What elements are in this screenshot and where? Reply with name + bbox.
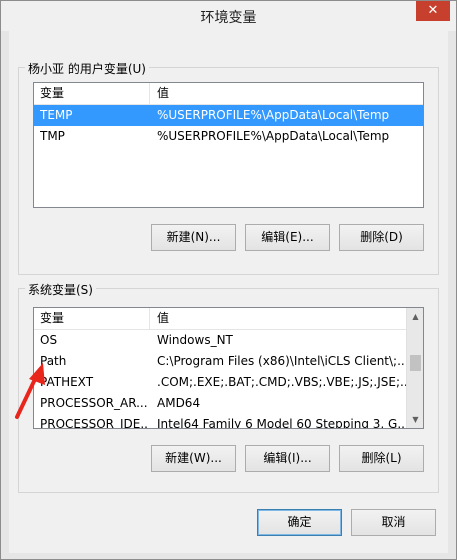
column-header-value[interactable]: 值 xyxy=(151,308,169,330)
scrollbar-thumb[interactable] xyxy=(410,355,421,371)
list-header: 变量 值 xyxy=(34,83,423,105)
list-item[interactable]: PROCESSOR_AR... AMD64 xyxy=(34,393,406,414)
variable-value: Windows_NT xyxy=(157,333,233,347)
scroll-up-icon[interactable]: ▲ xyxy=(407,308,423,325)
annotation-arrow-icon xyxy=(15,363,45,419)
list-item[interactable]: OS Windows_NT xyxy=(34,330,406,351)
variable-name: Path xyxy=(40,354,67,368)
system-variables-list[interactable]: 变量 值 OS Windows_NT Path C:\Program Files… xyxy=(33,307,424,429)
variable-name: TEMP xyxy=(40,108,73,122)
variable-name: PROCESSOR_IDE... xyxy=(40,417,148,428)
variable-value: %USERPROFILE%\AppData\Local\Temp xyxy=(157,129,390,143)
user-new-button[interactable]: 新建(N)... xyxy=(151,224,236,251)
list-item[interactable]: PATHEXT .COM;.EXE;.BAT;.CMD;.VBS;.VBE;.J… xyxy=(34,372,406,393)
user-variables-legend: 杨小亚 的用户变量(U) xyxy=(25,60,149,77)
system-variables-legend: 系统变量(S) xyxy=(25,281,96,298)
variable-value: AMD64 xyxy=(157,396,201,410)
list-header: 变量 值 xyxy=(34,308,406,330)
system-variables-group: 系统变量(S) 变量 值 OS Windows_NT Path C:\Progr… xyxy=(18,281,439,493)
dialog-body: 杨小亚 的用户变量(U) 变量 值 TEMP %USERPROFILE%\App… xyxy=(9,31,448,553)
variable-value: Intel64 Family 6 Model 60 Stepping 3, G.… xyxy=(157,417,406,428)
title-bar[interactable]: 环境变量 ✕ xyxy=(1,1,456,31)
list-item[interactable]: TMP %USERPROFILE%\AppData\Local\Temp xyxy=(34,126,423,147)
system-new-button[interactable]: 新建(W)... xyxy=(151,445,236,472)
column-header-value[interactable]: 值 xyxy=(151,83,169,105)
close-button[interactable]: ✕ xyxy=(416,1,450,21)
vertical-scrollbar[interactable]: ▲ ▼ xyxy=(406,308,423,428)
user-delete-button[interactable]: 删除(D) xyxy=(339,224,424,251)
user-variables-group: 杨小亚 的用户变量(U) 变量 值 TEMP %USERPROFILE%\App… xyxy=(18,60,439,275)
variable-name: OS xyxy=(40,333,58,347)
variable-name: TMP xyxy=(40,129,65,143)
list-content: 变量 值 OS Windows_NT Path C:\Program Files… xyxy=(34,308,406,428)
user-edit-button[interactable]: 编辑(E)... xyxy=(245,224,330,251)
list-item[interactable]: TEMP %USERPROFILE%\AppData\Local\Temp xyxy=(34,105,423,126)
list-item[interactable]: Path C:\Program Files (x86)\Intel\iCLS C… xyxy=(34,351,406,372)
environment-variables-dialog: 环境变量 ✕ 杨小亚 的用户变量(U) 变量 值 TEMP %USERPROFI… xyxy=(0,0,457,560)
column-header-variable[interactable]: 变量 xyxy=(34,83,150,105)
variable-value: %USERPROFILE%\AppData\Local\Temp xyxy=(157,108,390,122)
user-variables-list[interactable]: 变量 值 TEMP %USERPROFILE%\AppData\Local\Te… xyxy=(33,82,424,208)
close-icon: ✕ xyxy=(427,3,439,18)
system-edit-button[interactable]: 编辑(I)... xyxy=(245,445,330,472)
variable-value: .COM;.EXE;.BAT;.CMD;.VBS;.VBE;.JS;.JSE;.… xyxy=(157,375,406,389)
column-header-variable[interactable]: 变量 xyxy=(34,308,150,330)
ok-button[interactable]: 确定 xyxy=(257,509,342,536)
variable-name: PROCESSOR_AR... xyxy=(40,396,148,410)
window-title: 环境变量 xyxy=(200,10,257,26)
scroll-down-icon[interactable]: ▼ xyxy=(407,411,423,428)
variable-name: PATHEXT xyxy=(40,375,94,389)
system-delete-button[interactable]: 删除(L) xyxy=(339,445,424,472)
cancel-button[interactable]: 取消 xyxy=(351,509,436,536)
list-item[interactable]: PROCESSOR_IDE... Intel64 Family 6 Model … xyxy=(34,414,406,428)
variable-value: C:\Program Files (x86)\Intel\iCLS Client… xyxy=(157,354,406,368)
